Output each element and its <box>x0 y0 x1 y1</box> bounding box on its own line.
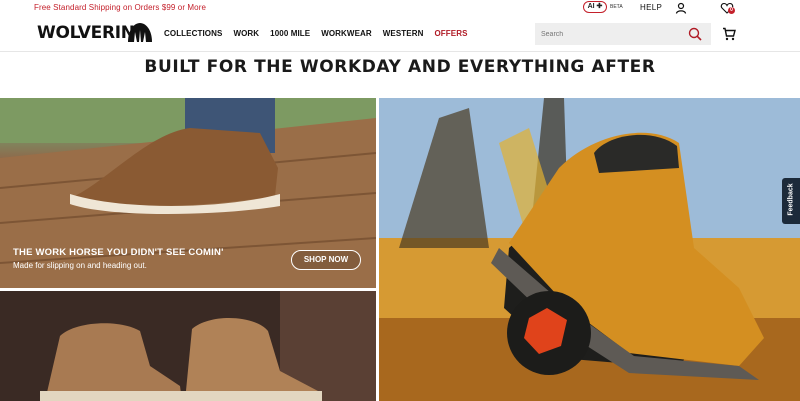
cart-icon[interactable] <box>722 27 736 41</box>
tile-1-subtitle: Made for slipping on and heading out. <box>13 261 147 270</box>
feedback-tab[interactable]: Feedback <box>782 178 800 224</box>
nav-offers[interactable]: OFFERS <box>434 29 467 38</box>
page-headline: BUILT FOR THE WORKDAY AND EVERYTHING AFT… <box>144 57 656 77</box>
wolverine-logo-mark[interactable] <box>126 20 154 44</box>
hero-boots-image <box>379 98 800 401</box>
nav-western[interactable]: WESTERN <box>383 29 424 38</box>
search-box <box>535 23 711 45</box>
nav-1000-mile[interactable]: 1000 MILE <box>270 29 310 38</box>
work-boots-pair-image <box>0 291 376 401</box>
utility-bar: Free Standard Shipping on Orders $99 or … <box>0 0 800 16</box>
search-icon[interactable] <box>688 27 702 41</box>
feedback-label: Feedback <box>787 183 795 216</box>
search-input[interactable] <box>541 26 681 42</box>
help-link[interactable]: HELP <box>640 3 662 12</box>
nav-workwear[interactable]: WORKWEAR <box>321 29 372 38</box>
account-icon[interactable] <box>675 2 687 14</box>
hero-tile-boots-field[interactable] <box>379 98 800 401</box>
main-header: WOLVERINE COLLECTIONS WORK 1000 MILE WOR… <box>0 16 800 52</box>
nav-collections[interactable]: COLLECTIONS <box>164 29 222 38</box>
beta-label: BETA <box>610 4 623 10</box>
promo-tile-work-horse[interactable]: THE WORK HORSE YOU DIDN'T SEE COMIN' Mad… <box>0 98 376 288</box>
tile-1-title: THE WORK HORSE YOU DIDN'T SEE COMIN' <box>13 247 224 258</box>
tile-1-copy: THE WORK HORSE YOU DIDN'T SEE COMIN' Mad… <box>13 247 224 270</box>
ai-assistant-button[interactable]: AI ✚ <box>583 1 607 13</box>
shop-now-button[interactable]: SHOP NOW <box>291 250 361 270</box>
promo-tile-work-boots[interactable] <box>0 291 376 401</box>
nav-work[interactable]: WORK <box>233 29 259 38</box>
wishlist-count-badge: 0 <box>728 7 735 14</box>
primary-nav: COLLECTIONS WORK 1000 MILE WORKWEAR WEST… <box>164 29 479 38</box>
shipping-promo-link[interactable]: Free Standard Shipping on Orders $99 or … <box>34 3 206 12</box>
